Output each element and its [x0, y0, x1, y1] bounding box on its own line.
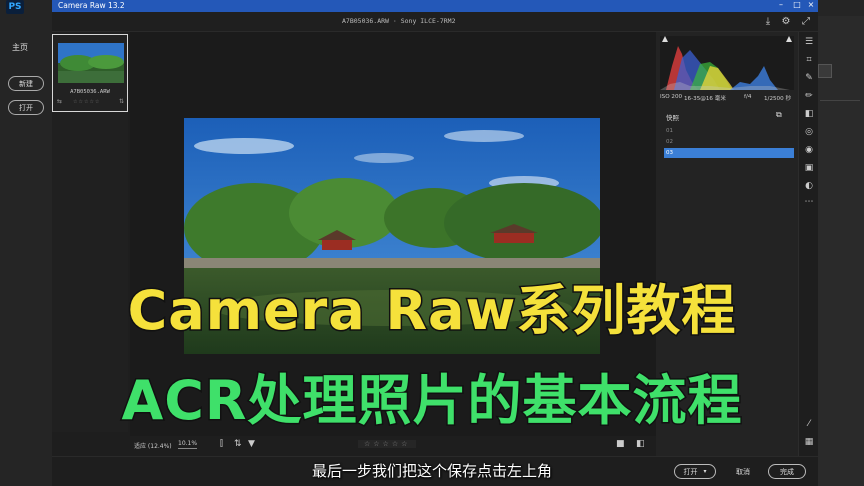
adjustment-brush-icon[interactable]: ✏: [803, 90, 815, 102]
snapshot-item[interactable]: 01: [664, 126, 794, 136]
fit-zoom-label[interactable]: 适应 (12.4%): [134, 441, 172, 450]
maximize-icon[interactable]: □: [790, 0, 804, 9]
filter-icon[interactable]: ▼: [248, 439, 255, 449]
compare-icon[interactable]: ⫿: [220, 439, 223, 449]
single-view-icon[interactable]: ■: [616, 439, 625, 449]
before-after-icon[interactable]: ◧: [636, 439, 645, 449]
thumbnail-rating[interactable]: ☆☆☆☆☆: [73, 99, 100, 105]
presets-icon[interactable]: ◐: [803, 180, 815, 192]
exif-shutter: 1/2500 秒: [764, 96, 792, 102]
file-info-bar: A7B05036.ARW · Sony ILCE-7RM2 ⤓ ⚙ ⤢: [52, 12, 818, 32]
sort-icon[interactable]: ⇅: [234, 439, 242, 449]
graduated-filter-icon[interactable]: ◧: [803, 108, 815, 120]
divider: [820, 100, 860, 101]
grid-view-icon[interactable]: [818, 64, 832, 78]
fullscreen-icon[interactable]: ⤢: [800, 16, 812, 28]
overlay-title-line1: Camera Raw系列教程: [126, 278, 737, 344]
snapshots-header: 快照 ⧉: [660, 110, 794, 122]
exif-aperture: f/4: [744, 94, 752, 100]
snapshots-title: 快照: [666, 114, 679, 122]
exif-iso: ISO 200: [660, 94, 683, 100]
new-snapshot-icon[interactable]: ⧉: [776, 110, 782, 120]
window-title: Camera Raw 13.2: [58, 1, 125, 10]
overlay-title-line2: ACR处理照片的基本流程: [120, 368, 743, 434]
histogram: [660, 36, 794, 90]
photoshop-logo: PS: [6, 0, 24, 14]
sort-icon: ⇅: [119, 98, 125, 105]
crop-icon[interactable]: ⌗: [803, 54, 815, 66]
open-file-button[interactable]: 打开: [8, 100, 44, 115]
save-icon[interactable]: ⤓: [762, 16, 774, 28]
minimize-icon[interactable]: –: [774, 0, 788, 9]
thumbnail-filename: A7B05036.ARW: [70, 89, 110, 95]
more-icon[interactable]: ⋯: [803, 196, 815, 208]
red-eye-icon[interactable]: ◉: [803, 144, 815, 156]
close-icon[interactable]: ×: [804, 0, 818, 9]
snapshot-item-selected[interactable]: 03: [664, 148, 794, 158]
gear-icon[interactable]: ⚙: [780, 16, 792, 28]
snapshots-icon[interactable]: ▣: [803, 162, 815, 174]
zoom-select[interactable]: 10.1%: [178, 440, 198, 449]
grid-icon[interactable]: ▦: [803, 436, 815, 448]
acr-titlebar: Camera Raw 13.2 – □ ×: [52, 0, 818, 12]
image-rating[interactable]: ☆☆☆☆☆: [358, 440, 417, 448]
new-button[interactable]: 新建: [8, 76, 44, 91]
file-title: A7B05036.ARW · Sony ILCE-7RM2: [342, 17, 456, 25]
canvas-bottom-bar: 适应 (12.4%) 10.1% ⫿ ⇅ ▼ ☆☆☆☆☆ ■ ◧: [130, 436, 656, 456]
video-subtitle: 最后一步我们把这个保存点击左上角: [311, 462, 552, 480]
thumbnail-image: [58, 43, 124, 83]
edit-badge-icon: ⇆: [57, 98, 63, 105]
thumbnail-card[interactable]: A7B05036.ARW ⇆ ☆☆☆☆☆ ⇅: [52, 34, 128, 112]
home-label[interactable]: 主页: [12, 42, 28, 53]
radial-filter-icon[interactable]: ◎: [803, 126, 815, 138]
snapshot-item[interactable]: 02: [664, 137, 794, 147]
healing-brush-icon[interactable]: ✎: [803, 72, 815, 84]
exif-lens: 16-35@16 毫米: [684, 96, 726, 102]
edit-sliders-icon[interactable]: ☰: [803, 36, 815, 48]
